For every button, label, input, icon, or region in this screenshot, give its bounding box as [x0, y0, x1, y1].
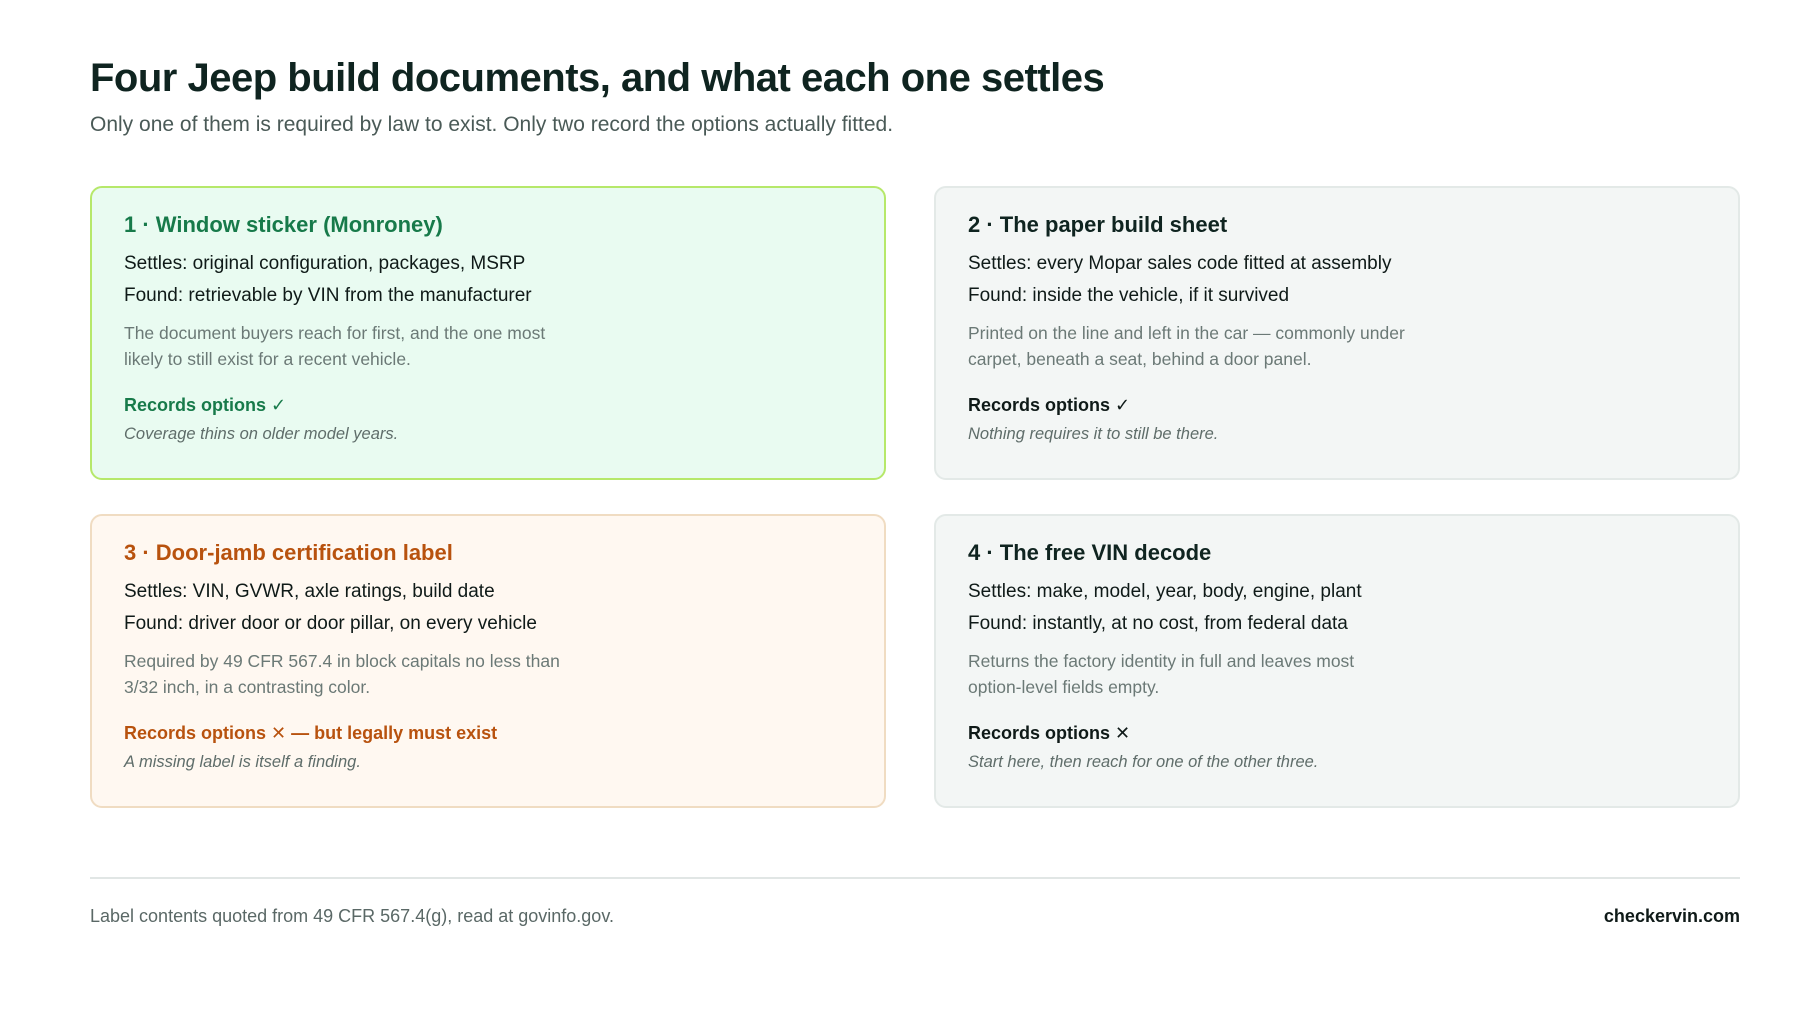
card-note: Nothing requires it to still be there.: [968, 425, 1219, 443]
card-note: Coverage thins on older model years.: [124, 425, 399, 443]
footer-source-note: Label contents quoted from 49 CFR 567.4(…: [90, 906, 614, 926]
card-note: A missing label is itself a finding.: [124, 753, 361, 771]
card-settles: Settles: original configuration, package…: [124, 253, 526, 274]
card-title: 2 · The paper build sheet: [968, 212, 1228, 237]
card-settles: Settles: make, model, year, body, engine…: [968, 581, 1362, 602]
card-description: Printed on the line and left in the car …: [968, 323, 1405, 369]
card-title: 3 · Door-jamb certification label: [124, 540, 453, 565]
card-grid: 1 · Window sticker (Monroney) Settles: o…: [90, 186, 1740, 808]
card-found: Found: instantly, at no cost, from feder…: [968, 613, 1348, 634]
card-records-options: Records options ✓: [124, 395, 287, 415]
card-records-options: Records options ✕ — but legally must exi…: [124, 723, 498, 743]
card-records-options: Records options ✕: [968, 723, 1131, 743]
footer-divider: [90, 877, 1740, 879]
card-found: Found: inside the vehicle, if it survive…: [968, 285, 1290, 306]
card-note: Start here, then reach for one of the ot…: [968, 753, 1319, 771]
card-description: The document buyers reach for first, and…: [124, 323, 546, 369]
card-build-sheet: 2 · The paper build sheet Settles: every…: [934, 186, 1740, 480]
footer-brand: checkervin.com: [1603, 906, 1740, 926]
card-window-sticker: 1 · Window sticker (Monroney) Settles: o…: [90, 186, 886, 480]
page: Four Jeep build documents, and what each…: [90, 52, 1740, 926]
card-description: Returns the factory identity in full and…: [968, 651, 1355, 697]
card-records-options: Records options ✓: [968, 395, 1131, 415]
card-title: 4 · The free VIN decode: [968, 540, 1212, 565]
card-settles: Settles: VIN, GVWR, axle ratings, build …: [124, 581, 495, 602]
page-subtitle: Only one of them is required by law to e…: [90, 113, 894, 136]
page-title: Four Jeep build documents, and what each…: [90, 56, 1105, 100]
card-found: Found: driver door or door pillar, on ev…: [124, 613, 537, 634]
card-vin-decode: 4 · The free VIN decode Settles: make, m…: [934, 514, 1740, 808]
card-title: 1 · Window sticker (Monroney): [124, 212, 443, 237]
card-settles: Settles: every Mopar sales code fitted a…: [968, 253, 1392, 274]
card-door-jamb-label: 3 · Door-jamb certification label Settle…: [90, 514, 886, 808]
card-found: Found: retrievable by VIN from the manuf…: [124, 285, 532, 306]
card-description: Required by 49 CFR 567.4 in block capita…: [124, 651, 560, 697]
